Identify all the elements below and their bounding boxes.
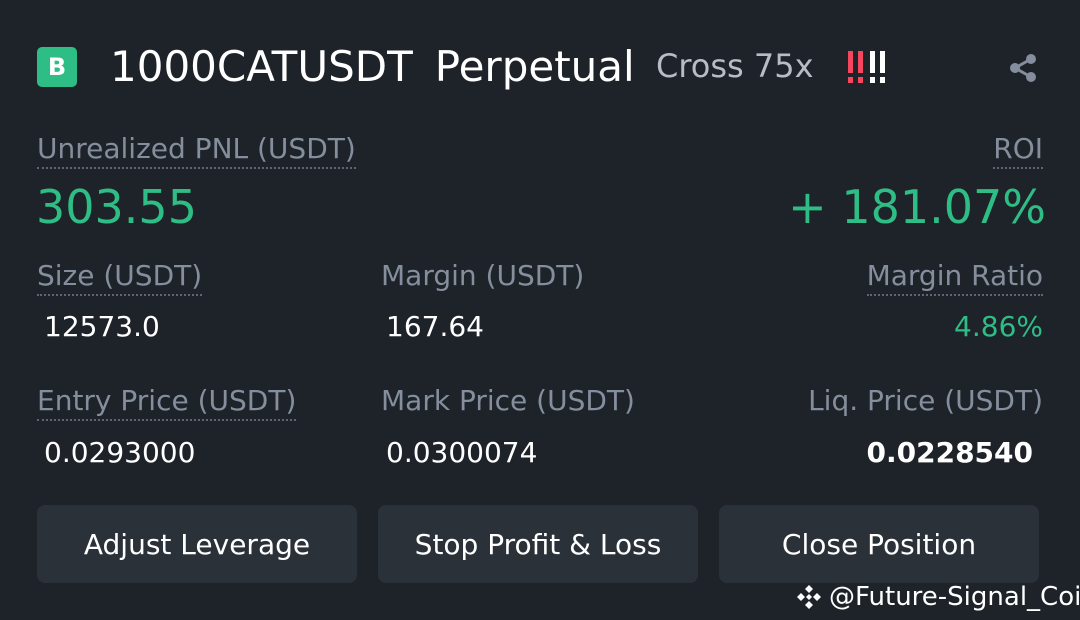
margin-value: 167.64 [386, 310, 484, 343]
margin-ratio-label[interactable]: Margin Ratio [866, 259, 1043, 296]
unrealized-pnl-label[interactable]: Unrealized PNL (USDT) [37, 132, 356, 169]
contract-type: Perpetual [434, 42, 635, 91]
close-position-button[interactable]: Close Position [719, 505, 1039, 583]
mark-price-label: Mark Price (USDT) [381, 384, 635, 417]
position-title: 1000CATUSDT Perpetual [110, 42, 635, 91]
size-label[interactable]: Size (USDT) [37, 259, 203, 296]
binance-logo-icon [797, 585, 821, 609]
liq-price-label: Liq. Price (USDT) [808, 384, 1043, 417]
watermark: @Future-Signal_Coin [795, 582, 1080, 612]
size-value: 12573.0 [44, 310, 160, 343]
contract-badge: B [37, 47, 77, 87]
entry-price-label[interactable]: Entry Price (USDT) [37, 384, 297, 421]
risk-warning-icon [848, 51, 885, 83]
liq-price-value: 0.0228540 [866, 436, 1034, 469]
margin-mode-leverage[interactable]: Cross 75x [656, 47, 814, 85]
roi-label[interactable]: ROI [993, 132, 1043, 169]
adjust-leverage-button[interactable]: Adjust Leverage [37, 505, 357, 583]
share-icon[interactable] [1007, 52, 1039, 84]
entry-price-value: 0.0293000 [44, 436, 196, 469]
roi-value: + 181.07% [788, 180, 1046, 234]
watermark-text: @Future-Signal_Coin [829, 582, 1080, 612]
symbol-name: 1000CATUSDT [110, 42, 413, 91]
mark-price-value: 0.0300074 [386, 436, 538, 469]
margin-ratio-value: 4.86% [954, 310, 1043, 343]
margin-label: Margin (USDT) [381, 259, 585, 292]
stop-profit-loss-button[interactable]: Stop Profit & Loss [378, 505, 698, 583]
unrealized-pnl-value: 303.55 [36, 180, 197, 234]
